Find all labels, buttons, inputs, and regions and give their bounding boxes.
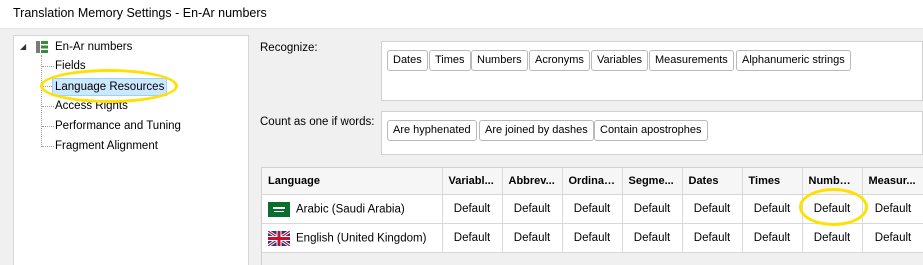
expand-arrow-icon[interactable]: ◢: [20, 42, 30, 52]
recognize-label: Recognize:: [260, 42, 318, 54]
tree-branch: [42, 106, 54, 107]
tree-branch: [42, 146, 54, 147]
grid-cell[interactable]: Default: [502, 223, 563, 253]
recognize-dates-button[interactable]: Dates: [387, 50, 428, 71]
count-as-one-box: Are hyphenated Are joined by dashes Cont…: [381, 111, 923, 155]
tree-item-fields[interactable]: Fields: [55, 58, 86, 74]
tree-item-fragment-alignment[interactable]: Fragment Alignment: [55, 138, 158, 154]
grid-cell[interactable]: Default: [862, 223, 923, 253]
language-name: English (United Kingdom): [296, 232, 427, 245]
column-header-dates[interactable]: Dates: [682, 168, 743, 195]
grid-cell[interactable]: Default: [682, 223, 743, 253]
grid-cell[interactable]: Default: [562, 194, 623, 224]
settings-tree[interactable]: ◢ En-Ar numbers Fields Language Resource…: [13, 35, 249, 265]
grid-cell[interactable]: Default: [562, 223, 623, 253]
recognize-box: Dates Times Numbers Acronyms Variables M…: [381, 41, 923, 101]
column-header-variables[interactable]: Variabl...: [442, 168, 503, 195]
grid-cell[interactable]: Default: [622, 194, 683, 224]
language-name: Arabic (Saudi Arabia): [296, 203, 405, 216]
column-header-numbers[interactable]: Numbers: [802, 168, 863, 195]
table-row[interactable]: English (United Kingdom) Default Default…: [262, 223, 923, 253]
column-header-segmentation[interactable]: Segme...: [622, 168, 683, 195]
window-title: Translation Memory Settings - En-Ar numb…: [13, 6, 267, 20]
language-cell[interactable]: English (United Kingdom): [262, 223, 443, 253]
tree-branch: [42, 126, 54, 127]
grid-cell[interactable]: Default: [442, 194, 503, 224]
recognize-alphanumeric-strings-button[interactable]: Alphanumeric strings: [736, 50, 851, 71]
count-contain-apostrophes-button[interactable]: Contain apostrophes: [594, 120, 708, 141]
table-row[interactable]: Arabic (Saudi Arabia) Default Default De…: [262, 194, 923, 224]
column-header-ordinals[interactable]: Ordinal...: [562, 168, 623, 195]
grid-cell[interactable]: Default: [862, 194, 923, 224]
grid-cell[interactable]: Default: [502, 194, 563, 224]
recognize-times-button[interactable]: Times: [429, 50, 471, 71]
grid-cell[interactable]: Default: [742, 194, 803, 224]
grid-cell[interactable]: Default: [742, 223, 803, 253]
column-header-language[interactable]: Language: [262, 168, 443, 195]
united-kingdom-flag-icon: [268, 230, 290, 246]
saudi-arabia-flag-icon: [268, 201, 290, 217]
tree-item-performance-and-tuning[interactable]: Performance and Tuning: [55, 118, 181, 134]
column-header-abbreviations[interactable]: Abbrev...: [502, 168, 563, 195]
recognize-numbers-button[interactable]: Numbers: [471, 50, 528, 71]
count-joined-by-dashes-button[interactable]: Are joined by dashes: [479, 120, 594, 141]
tree-line: [41, 55, 42, 147]
database-icon: [36, 41, 48, 53]
tree-root-label[interactable]: En-Ar numbers: [55, 39, 132, 55]
recognize-acronyms-button[interactable]: Acronyms: [529, 50, 590, 71]
column-header-measurements[interactable]: Measur...: [862, 168, 923, 195]
grid-header-row: Language Variabl... Abbrev... Ordinal...…: [262, 168, 923, 195]
language-settings-grid: Language Variabl... Abbrev... Ordinal...…: [261, 167, 923, 265]
tree-item-language-resources[interactable]: Language Resources: [52, 78, 168, 96]
grid-cell[interactable]: Default: [682, 194, 743, 224]
language-cell[interactable]: Arabic (Saudi Arabia): [262, 194, 443, 224]
count-hyphenated-button[interactable]: Are hyphenated: [387, 120, 477, 141]
recognize-variables-button[interactable]: Variables: [591, 50, 649, 71]
title-bar: Translation Memory Settings - En-Ar numb…: [0, 0, 923, 29]
recognize-measurements-button[interactable]: Measurements: [649, 50, 734, 71]
column-header-times[interactable]: Times: [742, 168, 803, 195]
count-as-one-label: Count as one if words:: [260, 116, 375, 128]
tree-branch: [42, 66, 54, 67]
grid-cell-numbers-arabic[interactable]: Default: [802, 194, 863, 224]
grid-cell[interactable]: Default: [442, 223, 503, 253]
tree-item-access-rights[interactable]: Access Rights: [55, 98, 128, 114]
grid-cell[interactable]: Default: [802, 223, 863, 253]
grid-cell[interactable]: Default: [622, 223, 683, 253]
